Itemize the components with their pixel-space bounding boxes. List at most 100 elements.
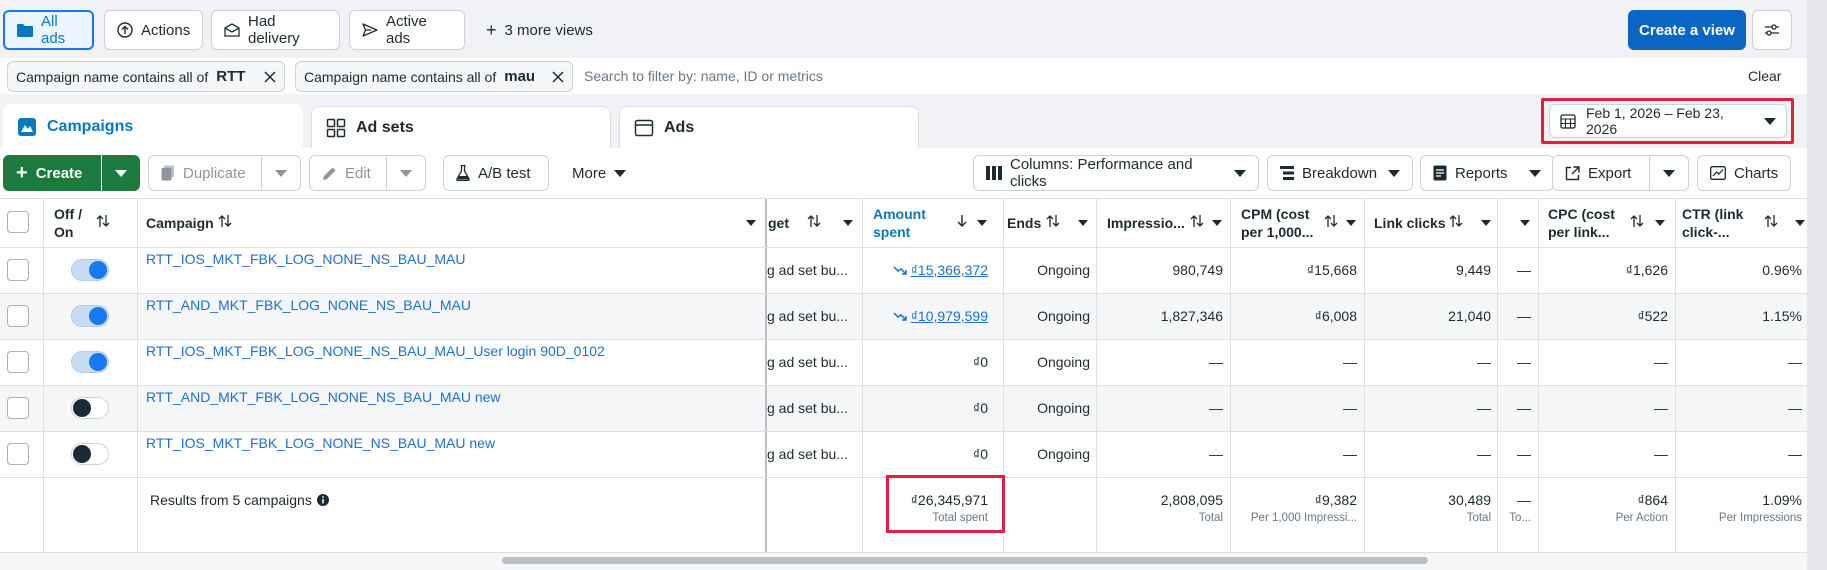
row-divider [0, 293, 1807, 294]
folder-icon [17, 23, 33, 37]
ab-test-button[interactable]: A/B test [443, 155, 549, 191]
campaign-name-link[interactable]: RTT_IOS_MKT_FBK_LOG_NONE_NS_BAU_MAU [146, 251, 466, 267]
breakdown-button[interactable]: Breakdown [1267, 155, 1413, 191]
filter-chip-mau[interactable]: Campaign name contains all of mau [295, 61, 573, 92]
chevron-down-icon[interactable] [843, 220, 853, 226]
campaign-toggle[interactable] [71, 305, 109, 327]
view-had-delivery[interactable]: Had delivery [211, 10, 340, 50]
cpm-cell: — [1343, 446, 1357, 462]
reports-button[interactable]: Reports [1420, 155, 1554, 191]
col-budget[interactable]: get [768, 214, 808, 232]
chevron-down-icon[interactable] [977, 220, 987, 226]
sort-desc-icon[interactable] [957, 214, 967, 228]
view-all-ads[interactable]: All ads [3, 10, 94, 50]
chevron-down-icon[interactable] [1481, 220, 1491, 226]
row-checkbox[interactable] [7, 443, 29, 465]
amount-spent-cell: ₫0 [868, 400, 988, 416]
close-icon[interactable] [552, 70, 564, 83]
cpm-cell: ₫6,008 [1314, 308, 1357, 324]
col-ctr[interactable]: CTR (link click-... [1682, 205, 1762, 241]
col-link-clicks[interactable]: Link clicks [1374, 214, 1454, 232]
chevron-down-icon[interactable] [1212, 220, 1222, 226]
scrollbar-thumb[interactable] [502, 557, 1428, 564]
sort-icon[interactable] [1324, 214, 1338, 228]
row-checkbox[interactable] [7, 397, 29, 419]
edit-dropdown-button[interactable] [386, 155, 426, 191]
amount-spent-cell[interactable]: ₫10,979,599 [868, 308, 988, 324]
total-cpm-value: ₫9,382 [1314, 492, 1357, 508]
col-amount-spent-label: Amount [873, 206, 926, 222]
row-divider [0, 247, 1807, 248]
filter-chip-value: RTT [216, 68, 246, 85]
sort-icon[interactable] [96, 214, 110, 228]
select-all-checkbox[interactable] [7, 211, 29, 233]
link-clicks-cell: — [1477, 400, 1491, 416]
info-icon[interactable] [316, 494, 329, 506]
create-button[interactable]: + Create [3, 155, 101, 191]
sort-icon[interactable] [218, 214, 232, 228]
campaign-name-link[interactable]: RTT_AND_MKT_FBK_LOG_NONE_NS_BAU_MAU new [146, 389, 501, 405]
chevron-down-icon[interactable] [1655, 220, 1665, 226]
grid-icon [326, 118, 346, 138]
filter-chip-rtt[interactable]: Campaign name contains all of RTT [7, 61, 285, 92]
col-amount-spent[interactable]: Amount spent [873, 205, 953, 241]
col-cpm[interactable]: CPM (cost per 1,000... [1241, 205, 1331, 241]
campaign-name-link[interactable]: RTT_IOS_MKT_FBK_LOG_NONE_NS_BAU_MAU_User… [146, 343, 605, 359]
col-ctr-label: CTR (link [1682, 206, 1744, 222]
edit-button[interactable]: Edit [309, 155, 387, 191]
chevron-down-icon[interactable] [1520, 220, 1530, 226]
row-checkbox[interactable] [7, 351, 29, 373]
edit-label: Edit [345, 164, 371, 182]
export-button[interactable]: Export [1552, 155, 1650, 191]
filter-search-input[interactable] [584, 62, 1684, 90]
sort-icon[interactable] [1764, 214, 1778, 228]
campaign-toggle[interactable] [71, 259, 109, 281]
tab-ads[interactable]: Ads [619, 106, 919, 148]
row-checkbox[interactable] [7, 259, 29, 281]
tab-campaigns[interactable]: Campaigns [3, 104, 303, 150]
chevron-down-icon[interactable] [1795, 220, 1805, 226]
sort-icon[interactable] [807, 214, 821, 228]
clear-filters-link[interactable]: Clear [1748, 68, 1781, 84]
more-button[interactable]: More [560, 155, 642, 191]
col-cpc[interactable]: CPC (cost per link... [1548, 205, 1628, 241]
campaign-name-link[interactable]: RTT_IOS_MKT_FBK_LOG_NONE_NS_BAU_MAU new [146, 435, 495, 451]
sort-icon[interactable] [1449, 214, 1463, 228]
toggle-knob [73, 445, 91, 463]
view-actions[interactable]: Actions [104, 10, 203, 50]
col-off-on[interactable]: Off / On [54, 205, 94, 241]
chevron-down-icon[interactable] [746, 220, 756, 226]
chevron-down-icon[interactable] [1346, 220, 1356, 226]
campaign-toggle[interactable] [71, 351, 109, 373]
budget-cell: g ad set bu... [767, 262, 848, 278]
close-icon[interactable] [264, 70, 276, 83]
duplicate-dropdown-button[interactable] [261, 155, 301, 191]
create-view-button[interactable]: Create a view [1628, 10, 1746, 50]
cpc-cell: — [1654, 400, 1668, 416]
col-link-clicks-label: Link clicks [1374, 215, 1446, 231]
charts-button[interactable]: Charts [1697, 155, 1791, 191]
more-views-button[interactable]: + 3 more views [474, 10, 614, 50]
row-divider [0, 198, 1807, 199]
row-checkbox[interactable] [7, 305, 29, 327]
sort-icon[interactable] [1630, 214, 1644, 228]
export-dropdown-button[interactable] [1649, 155, 1689, 191]
results-summary: Results from 5 campaigns [150, 492, 329, 508]
view-settings-button[interactable] [1752, 10, 1792, 50]
create-dropdown-button[interactable] [102, 155, 140, 191]
campaign-toggle[interactable] [71, 443, 109, 465]
chevron-down-icon[interactable] [1078, 220, 1088, 226]
amount-spent-cell[interactable]: ₫15,366,372 [868, 262, 988, 278]
cpc-cell: ₫522 [1637, 308, 1668, 324]
campaign-name-link[interactable]: RTT_AND_MKT_FBK_LOG_NONE_NS_BAU_MAU [146, 297, 471, 313]
campaign-toggle[interactable] [71, 397, 109, 419]
columns-button[interactable]: Columns: Performance and clicks [973, 155, 1259, 191]
date-range-picker[interactable]: Feb 1, 2026 – Feb 23, 2026 [1549, 104, 1787, 138]
total-link-clicks-value: 30,489 [1448, 492, 1491, 508]
duplicate-button[interactable]: Duplicate [148, 155, 262, 191]
sort-icon[interactable] [1190, 214, 1204, 228]
tab-ad-sets[interactable]: Ad sets [311, 106, 611, 148]
view-active-ads[interactable]: Active ads [349, 10, 465, 50]
action-toolbar: + Create Duplicate Edit A/B test More Co… [0, 148, 1807, 198]
sort-icon[interactable] [1046, 214, 1060, 228]
